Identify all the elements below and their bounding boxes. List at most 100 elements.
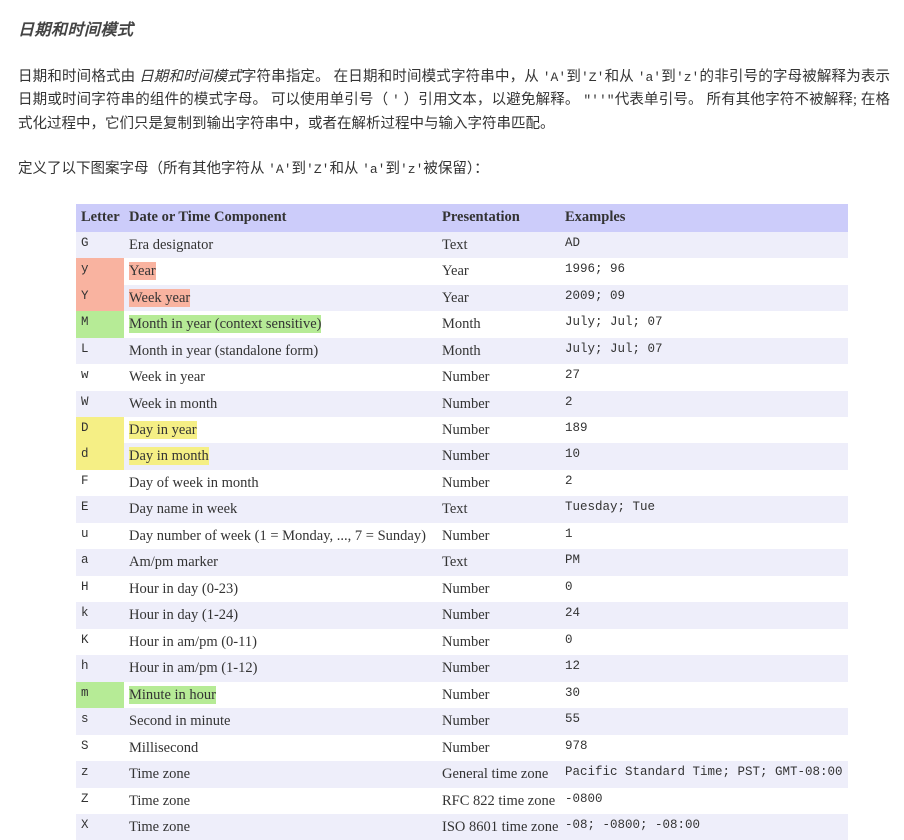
cell-component: Day in month	[124, 443, 437, 470]
intro2-code-A: 'A'	[268, 162, 292, 178]
table-row: k Hour in day (1-24) Number 24	[76, 602, 848, 629]
cell-presentation: Number	[437, 522, 560, 550]
intro-text-e: 到	[661, 69, 676, 85]
table-row: Z Time zone RFC 822 time zone -0800	[76, 787, 848, 814]
intro-code-double-quote: "''"	[583, 93, 615, 109]
cell-examples: 27	[560, 364, 848, 391]
table-row: s Second in minute Number 55	[76, 708, 848, 735]
intro2-text-d: 到	[385, 161, 400, 178]
highlight-mark: Day in year	[129, 420, 197, 439]
highlight-mark: Year	[129, 262, 156, 281]
cell-examples: -0800	[560, 787, 848, 814]
cell-letter: u	[76, 522, 124, 550]
intro-code-A: 'A'	[542, 70, 567, 85]
cell-component: Time zone	[124, 761, 437, 788]
cell-examples: 2	[560, 469, 848, 497]
intro2-text-c: 和从	[329, 161, 363, 178]
intro-text-b: 字符串指定。 在日期和时间模式字符串中，从	[241, 69, 543, 85]
cell-letter: D	[76, 416, 124, 444]
table-row: Y Week year Year 2009; 09	[76, 284, 848, 312]
cell-component: Hour in am/pm (0-11)	[124, 628, 437, 656]
cell-examples: 1996; 96	[560, 258, 848, 285]
cell-presentation: Number	[437, 708, 560, 735]
cell-presentation: Text	[437, 496, 560, 523]
cell-letter: F	[76, 469, 124, 497]
cell-letter: y	[76, 258, 124, 285]
table-row: G Era designator Text AD	[76, 231, 848, 259]
cell-presentation: Number	[437, 469, 560, 497]
cell-component: Week in year	[124, 364, 437, 391]
cell-examples: 189	[560, 416, 848, 444]
intro2-text-e: 被保留）：	[423, 161, 489, 178]
highlight-mark: Week year	[129, 288, 191, 307]
highlight-mark: Day in month	[129, 447, 209, 466]
highlight-mark: Month in year (context sensitive)	[129, 315, 322, 334]
cell-component: Year	[124, 258, 437, 285]
cell-presentation: Year	[437, 258, 560, 285]
cell-letter: a	[76, 549, 124, 576]
cell-presentation: Month	[437, 337, 560, 365]
intro-paragraph-2: 定义了以下图案字母（所有其他字符从 'A'到'Z'和从 'a'到'z'被保留）：	[18, 158, 890, 181]
intro-code-a: 'a'	[637, 70, 662, 85]
table-body: G Era designator Text AD y Year Year 1996; 96 Y W…	[76, 231, 848, 840]
cell-component: Hour in day (0-23)	[124, 575, 437, 603]
table-row: K Hour in am/pm (0-11) Number 0	[76, 628, 848, 656]
cell-component: Hour in am/pm (1-12)	[124, 655, 437, 682]
cell-component: Time zone	[124, 814, 437, 840]
column-header-examples: Examples	[560, 203, 848, 232]
cell-examples: 24	[560, 602, 848, 629]
cell-presentation: Number	[437, 655, 560, 682]
table-row: W Week in month Number 2	[76, 390, 848, 417]
cell-examples: 0	[560, 575, 848, 603]
cell-letter: s	[76, 708, 124, 735]
cell-component: Hour in day (1-24)	[124, 602, 437, 629]
cell-letter: L	[76, 337, 124, 365]
table-row: M Month in year (context sensitive) Month J…	[76, 311, 848, 338]
cell-examples: PM	[560, 549, 848, 576]
table-row: H Hour in day (0-23) Number 0	[76, 575, 848, 603]
intro-text-a: 日期和时间格式由	[18, 69, 140, 85]
table-row: h Hour in am/pm (1-12) Number 12	[76, 655, 848, 682]
table-row: S Millisecond Number 978	[76, 734, 848, 762]
cell-component: Week year	[124, 284, 437, 312]
cell-presentation: Number	[437, 628, 560, 656]
cell-letter: E	[76, 496, 124, 523]
cell-examples: 55	[560, 708, 848, 735]
intro2-text-b: 到	[291, 161, 307, 178]
cell-component: Second in minute	[124, 708, 437, 735]
intro-code-z: 'z'	[675, 70, 700, 85]
cell-examples: July; Jul; 07	[560, 311, 848, 338]
cell-letter: K	[76, 628, 124, 656]
cell-letter: Y	[76, 284, 124, 312]
cell-presentation: Text	[437, 549, 560, 576]
cell-component: Time zone	[124, 787, 437, 814]
table-header-row: Letter Date or Time Component Presentati…	[76, 203, 848, 232]
cell-presentation: Number	[437, 416, 560, 444]
table-row: u Day number of week (1 = Monday, ..., 7 …	[76, 522, 848, 550]
cell-examples: 30	[560, 681, 848, 709]
table-row: D Day in year Number 189	[76, 416, 848, 444]
cell-presentation: Text	[437, 231, 560, 259]
cell-examples: 2009; 09	[560, 284, 848, 312]
intro-code-Z: 'Z'	[581, 70, 605, 85]
cell-examples: Pacific Standard Time; PST; GMT-08:00	[560, 761, 848, 788]
cell-examples: Tuesday; Tue	[560, 496, 848, 523]
table-row: L Month in year (standalone form) Month Jul…	[76, 337, 848, 365]
intro-text-g: ）引用文本，以避免解释。	[399, 92, 584, 109]
cell-examples: 1	[560, 522, 848, 550]
table-row: w Week in year Number 27	[76, 364, 848, 391]
pattern-table-wrapper: Letter Date or Time Component Presentati…	[76, 203, 890, 840]
cell-examples: 12	[560, 655, 848, 682]
cell-presentation: Number	[437, 443, 560, 470]
cell-presentation: ISO 8601 time zone	[437, 814, 560, 840]
cell-letter: S	[76, 734, 124, 762]
column-header-component: Date or Time Component	[124, 203, 437, 232]
intro-paragraph: 日期和时间格式由 日期和时间模式字符串指定。 在日期和时间模式字符串中，从 'A…	[18, 66, 890, 136]
table-row: E Day name in week Text Tuesday; Tue	[76, 496, 848, 523]
cell-presentation: Number	[437, 602, 560, 629]
cell-examples: 10	[560, 443, 848, 470]
cell-examples: July; Jul; 07	[560, 337, 848, 365]
cell-component: Day name in week	[124, 496, 437, 523]
intro2-text-a: 定义了以下图案字母（所有其他字符从	[18, 161, 269, 178]
cell-presentation: RFC 822 time zone	[437, 787, 560, 814]
